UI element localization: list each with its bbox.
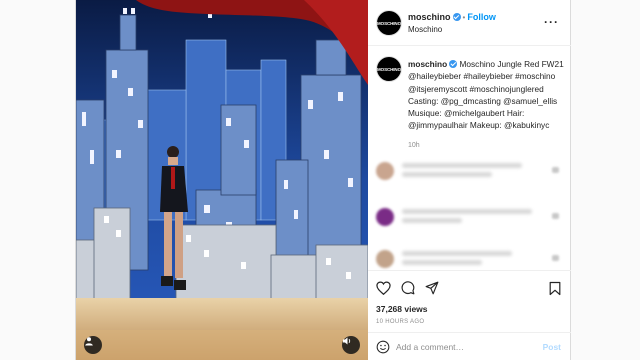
- avatar-logo-text: MOSCHINO: [377, 20, 401, 26]
- blurred-comment: [376, 160, 561, 182]
- blurred-avatar: [376, 250, 394, 268]
- more-options-button[interactable]: ···: [544, 15, 559, 29]
- comments-section: MOSCHINO moschino Moschino Jungle Red FW…: [368, 46, 571, 270]
- user-tag-icon: [85, 337, 93, 346]
- caption-avatar-logo-text: MOSCHINO: [377, 66, 401, 72]
- runway-scene-image: [76, 0, 368, 360]
- verified-badge-icon: [452, 13, 461, 21]
- blurred-avatar: [376, 208, 394, 226]
- user-tag-button[interactable]: [84, 336, 102, 354]
- comment-icon[interactable]: [401, 281, 415, 295]
- follow-button[interactable]: Follow: [467, 12, 496, 22]
- caption-text-block: moschino Moschino Jungle Red FW21 @haile…: [408, 58, 568, 132]
- comment-like-icon[interactable]: [552, 213, 559, 219]
- share-icon[interactable]: [425, 281, 439, 295]
- avatar[interactable]: MOSCHINO: [376, 10, 402, 36]
- comment-like-icon[interactable]: [552, 255, 559, 261]
- blurred-comment: [376, 248, 561, 270]
- blurred-comment: [376, 206, 561, 228]
- post-details-pane: MOSCHINO moschino • Follow Moschino ··· MO…: [368, 0, 571, 360]
- post-header: MOSCHINO moschino • Follow Moschino ···: [368, 0, 571, 46]
- blurred-avatar: [376, 162, 394, 180]
- caption-text: Moschino Jungle Red FW21 @haileybieber #…: [408, 59, 564, 131]
- post-video[interactable]: [76, 0, 368, 360]
- header-separator: •: [462, 13, 466, 22]
- instagram-post: MOSCHINO moschino • Follow Moschino ··· MO…: [75, 0, 571, 360]
- emoji-icon[interactable]: [376, 340, 390, 354]
- header-username[interactable]: moschino: [408, 12, 451, 22]
- bookmark-icon[interactable]: [549, 281, 561, 296]
- speaker-icon: [343, 337, 351, 345]
- caption-timestamp[interactable]: 10h: [408, 142, 420, 149]
- post-timestamp[interactable]: 10 HOURS AGO: [376, 319, 424, 325]
- comment-like-icon[interactable]: [552, 167, 559, 173]
- header-username-row: moschino • Follow: [408, 12, 496, 22]
- caption-verified-icon: [449, 60, 458, 68]
- comment-input[interactable]: [396, 340, 536, 354]
- add-comment-bar: Post: [368, 332, 571, 360]
- post-comment-button[interactable]: Post: [543, 342, 561, 352]
- sound-toggle-button[interactable]: [342, 336, 360, 354]
- caption-avatar[interactable]: MOSCHINO: [376, 56, 402, 82]
- view-count[interactable]: 37,268 views: [376, 304, 428, 314]
- caption-username[interactable]: moschino: [408, 59, 447, 69]
- header-subtitle[interactable]: Moschino: [408, 25, 442, 34]
- heart-icon[interactable]: [376, 281, 391, 295]
